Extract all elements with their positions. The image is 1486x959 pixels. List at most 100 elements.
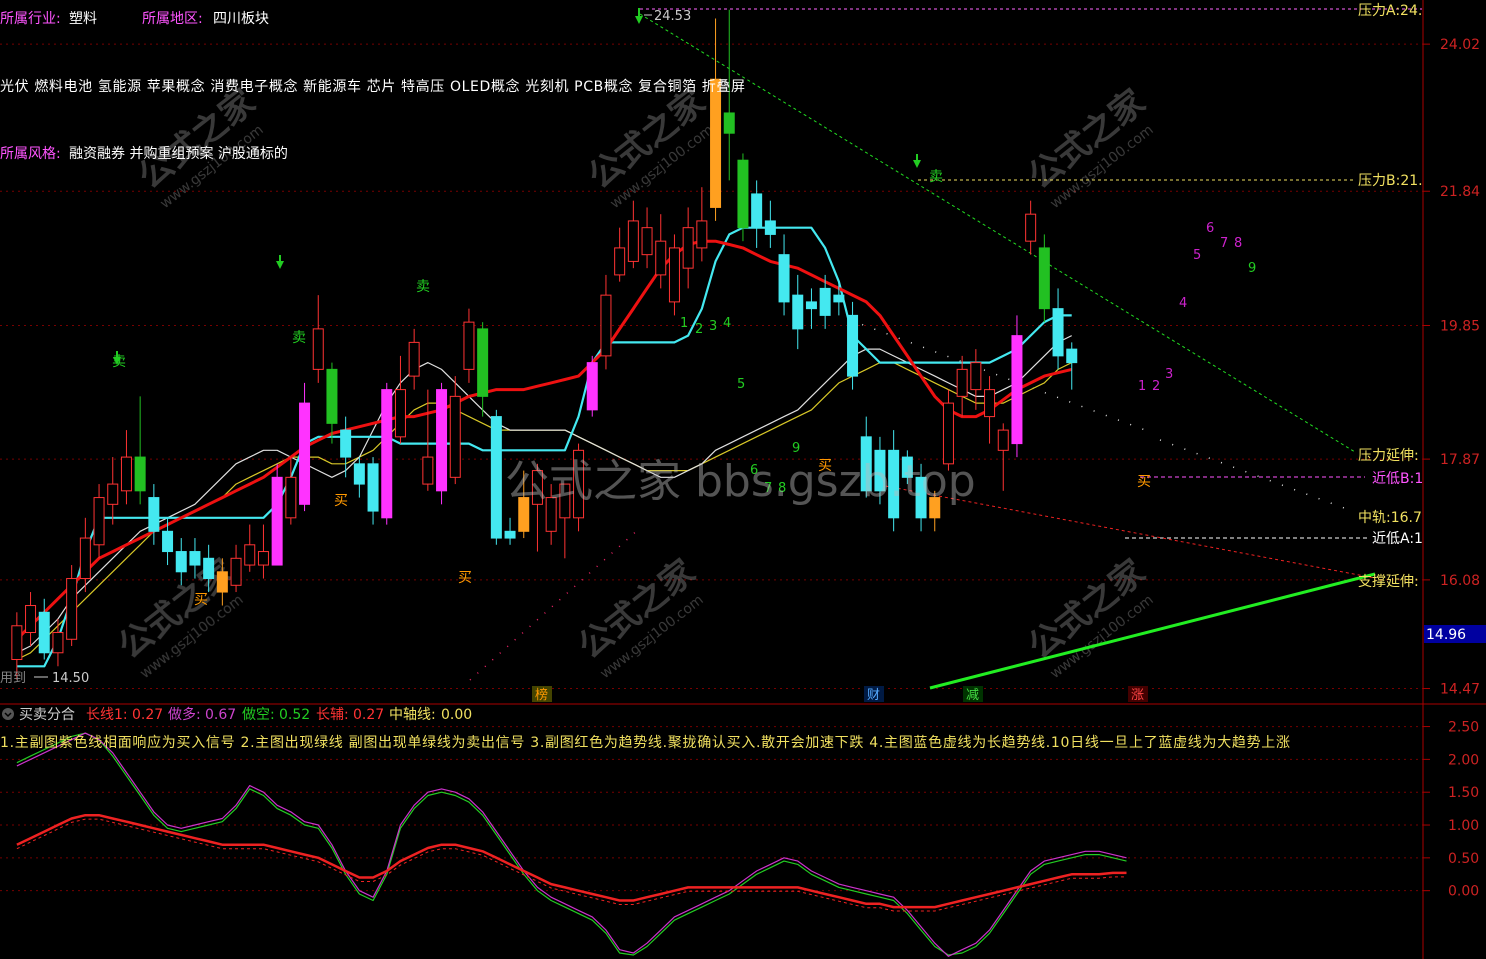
- candle-body: [942, 402, 954, 465]
- candle: [271, 463, 283, 566]
- candle-body: [641, 227, 653, 256]
- candle-body: [956, 368, 968, 397]
- candle: [367, 457, 379, 525]
- do-long-label: 做多:: [168, 706, 201, 723]
- sub-red-dashed-line: [16, 818, 1127, 912]
- candle-body: [230, 557, 242, 586]
- candle: [230, 544, 242, 593]
- candle-body: [847, 314, 859, 377]
- long-aux-label: 长辅:: [316, 707, 349, 723]
- sub-axis-tick-label: 1.00: [1448, 818, 1479, 834]
- sub-axis-ticks: 2.50 2.00 1.50 1.00 0.50 0.00: [1423, 720, 1479, 900]
- candle-body: [723, 112, 735, 134]
- magenta-count: 8: [1234, 236, 1242, 251]
- candle-body: [134, 456, 146, 492]
- support-extension-line: [929, 572, 1376, 690]
- mid-rail-line: [1159, 439, 1356, 513]
- event-marker: 涨: [1131, 688, 1144, 703]
- candle: [764, 200, 776, 248]
- sub-axis-tick-label: 2.50: [1448, 720, 1479, 736]
- long-line-label: 长线1:: [86, 707, 128, 723]
- mid-rail-label: 中轨:16.7: [1358, 510, 1422, 526]
- candle-body: [792, 294, 804, 330]
- candle-body: [353, 463, 365, 485]
- magenta-count: 1: [1138, 379, 1146, 394]
- candle-body: [285, 476, 297, 519]
- candle: [340, 416, 352, 478]
- candle: [107, 457, 119, 525]
- sub-panel-header: 买卖分合 长线1: 0.27 做多: 0.67 做空: 0.52 长辅: 0.2…: [0, 706, 1290, 751]
- green-count: 3: [709, 319, 717, 334]
- candle: [805, 288, 817, 329]
- candle: [614, 227, 626, 282]
- candle: [490, 409, 502, 545]
- candle-body: [819, 287, 831, 316]
- do-short-value: 0.52: [279, 707, 310, 723]
- candle: [1052, 288, 1064, 370]
- candle-body: [175, 551, 187, 573]
- mid-axis-label: 中轴线:: [389, 707, 436, 723]
- magenta-count: 9: [1248, 261, 1256, 276]
- candle-body: [38, 611, 50, 654]
- low-prefix-label: 用到: [0, 671, 26, 686]
- candle: [847, 301, 859, 390]
- stock-chart[interactable]: 公式之家 www.gszj100.com 公式之家 www.gszj100.co…: [0, 0, 1486, 959]
- indicator-title[interactable]: 买卖分合: [19, 707, 75, 723]
- candle-body: [449, 395, 461, 478]
- main-axis-tick-label: 24.02: [1440, 37, 1480, 53]
- candle: [312, 295, 324, 383]
- sub-axis-tick-label: 2.00: [1448, 752, 1479, 768]
- pressure-lines: [469, 8, 1422, 690]
- candle-body: [751, 193, 763, 229]
- candle-body: [970, 362, 982, 391]
- candle-body: [696, 220, 708, 249]
- candle-body: [614, 247, 626, 276]
- sell-signal: 卖: [416, 279, 430, 295]
- candle: [655, 214, 667, 289]
- candle: [134, 396, 146, 505]
- candle-body: [436, 389, 448, 492]
- candle: [778, 234, 790, 316]
- candle-body: [257, 551, 269, 566]
- do-short-label: 做空:: [242, 707, 275, 723]
- main-axis-ticks: 24.02 21.84 19.85 17.87 16.08 14.47: [1423, 37, 1480, 698]
- down-arrow-icon-stem: [638, 8, 640, 17]
- candle-body: [600, 294, 612, 357]
- sell-signal: 卖: [112, 354, 126, 370]
- buy-signal: 买: [1137, 474, 1151, 490]
- candle: [956, 355, 968, 417]
- candle-body: [25, 605, 37, 634]
- candle-body: [586, 362, 598, 411]
- green-count: 9: [792, 441, 800, 456]
- candle: [723, 9, 735, 181]
- event-marker: 财: [867, 688, 880, 703]
- candle: [79, 517, 91, 593]
- candle-body: [1052, 308, 1064, 357]
- candle-body: [1066, 348, 1078, 364]
- candle-body: [189, 551, 201, 566]
- candle: [408, 328, 420, 390]
- candle-body: [52, 632, 64, 654]
- indicator-description: 1.主副图紫色线相面响应为买入信号 2.主图出现绿线 副图出现单绿线为卖出信号 …: [0, 734, 1290, 751]
- long-aux-value: 0.27: [353, 707, 384, 723]
- candle: [436, 382, 448, 505]
- collapse-icon[interactable]: [2, 708, 14, 720]
- center-watermark: 公式之家 bbs.gszb.top: [505, 456, 976, 507]
- candle: [463, 308, 475, 383]
- candle: [504, 517, 516, 545]
- pressure-trend-line: [639, 13, 1356, 453]
- sell-signal: 卖: [929, 169, 943, 185]
- candle-body: [627, 220, 639, 262]
- candle-body: [1011, 335, 1023, 445]
- candle: [641, 207, 653, 269]
- candle: [737, 153, 749, 242]
- down-arrow-icon: [635, 16, 643, 24]
- candle-body: [490, 416, 502, 539]
- candle-body: [79, 537, 91, 580]
- down-arrow-icon: [276, 261, 284, 269]
- pressure-b-label: 压力B:21.: [1358, 173, 1423, 189]
- candle: [792, 274, 804, 350]
- indicator-lines: [16, 732, 1127, 957]
- candle: [751, 180, 763, 248]
- main-axis-tick-label: 16.08: [1440, 573, 1480, 589]
